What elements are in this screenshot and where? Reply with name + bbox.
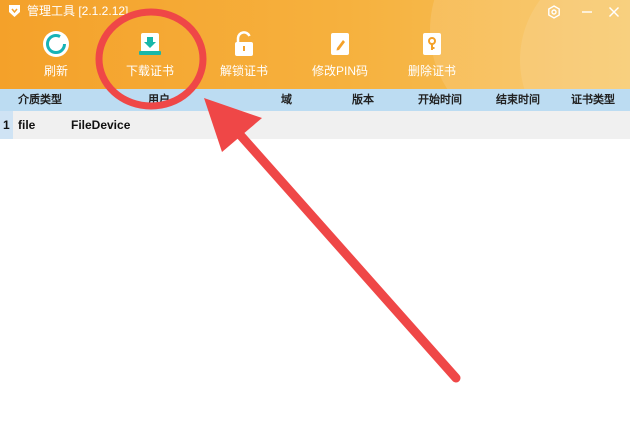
column-header-end-time[interactable]: 结束时间: [496, 89, 540, 111]
column-header-media-type[interactable]: 介质类型: [18, 89, 62, 111]
close-button[interactable]: [604, 2, 624, 22]
refresh-icon: [43, 31, 69, 57]
table-row[interactable]: 1 file FileDevice: [0, 111, 630, 139]
refresh-label: 刷新: [43, 64, 68, 78]
delete-cert-label: 删除证书: [407, 64, 456, 78]
column-header-cert-type[interactable]: 证书类型: [571, 89, 615, 111]
app-header: 管理工具 [2.1.2.12] 刷新 下载证书 解锁证书 修改PIN码 删除证书: [0, 0, 630, 89]
cell-user: FileDevice: [71, 118, 131, 132]
column-header-version[interactable]: 版本: [352, 89, 374, 111]
download-cert-button[interactable]: 下载证书: [120, 30, 180, 82]
minimize-icon: [582, 11, 592, 13]
modify-pin-button[interactable]: 修改PIN码: [307, 30, 373, 82]
delete-cert-button[interactable]: 删除证书: [404, 30, 460, 82]
modify-pin-label: 修改PIN码: [311, 64, 368, 78]
delete-cert-icon: [423, 33, 441, 55]
column-header-user[interactable]: 用户: [148, 89, 170, 111]
unlock-cert-label: 解锁证书: [219, 64, 268, 78]
download-cert-label: 下载证书: [125, 64, 174, 78]
column-header-domain[interactable]: 域: [281, 89, 292, 111]
row-index-label: 1: [3, 118, 10, 132]
app-title: 管理工具 [2.1.2.12]: [27, 4, 129, 18]
minimize-button[interactable]: [577, 2, 597, 22]
cell-media-type: file: [18, 118, 36, 132]
column-header-start-time[interactable]: 开始时间: [418, 89, 462, 111]
pointer-arrow-shaft: [229, 123, 461, 383]
unlock-icon: [235, 31, 253, 56]
download-cert-icon: [139, 33, 161, 55]
gear-icon: [548, 5, 560, 19]
edit-pin-icon: [331, 33, 349, 55]
close-icon: [609, 7, 619, 17]
settings-button[interactable]: [544, 2, 564, 22]
title-bar: 管理工具 [2.1.2.12]: [0, 0, 630, 24]
shield-icon: [9, 5, 20, 17]
refresh-button[interactable]: 刷新: [36, 30, 76, 82]
unlock-cert-button[interactable]: 解锁证书: [216, 30, 272, 82]
table-header: 介质类型 用户 域 版本 开始时间 结束时间 证书类型: [0, 89, 630, 111]
